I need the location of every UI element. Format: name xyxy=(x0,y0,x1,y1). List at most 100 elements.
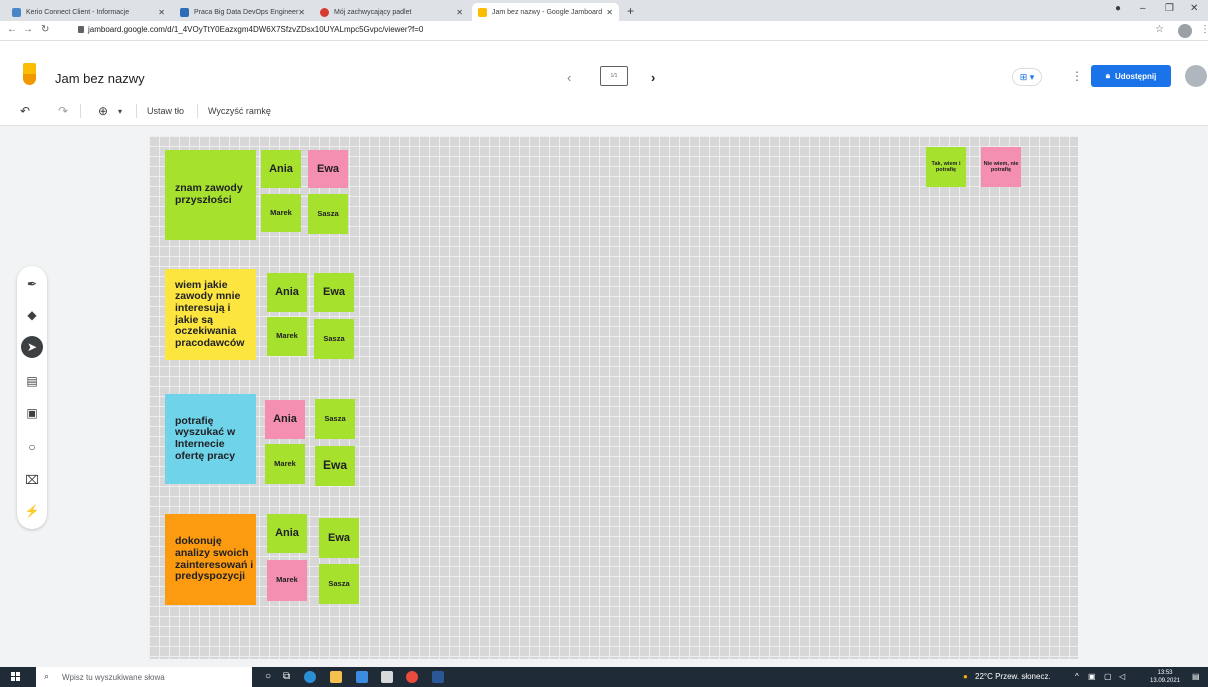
star-icon[interactable]: ☆ xyxy=(1155,24,1164,35)
volume-icon[interactable]: ◁ xyxy=(1119,672,1125,681)
windows-start-icon[interactable] xyxy=(11,672,21,682)
file-explorer-icon[interactable] xyxy=(330,671,342,683)
name-note[interactable]: Marek xyxy=(265,444,305,484)
name-note[interactable]: Sasza xyxy=(319,564,359,604)
maximize-icon[interactable]: ❐ xyxy=(1165,3,1174,14)
address-bar: ← → ↻ jamboard.google.com/d/1_4VOyTtY0Ea… xyxy=(0,21,1208,41)
select-cursor-icon[interactable]: ➤ xyxy=(21,336,43,358)
browser-tab-praca[interactable]: Praca Big Data DevOps Engineer ✕ xyxy=(174,3,311,21)
more-options-icon[interactable]: ⋮ xyxy=(1071,69,1083,83)
pen-icon[interactable]: ✒ xyxy=(21,273,43,295)
jamboard-icon xyxy=(478,7,487,17)
clock-date: 13.09.2021 xyxy=(1150,678,1181,684)
jamboard-logo-icon[interactable] xyxy=(23,63,36,85)
name-note[interactable]: Sasza xyxy=(315,399,355,439)
clock-time: 13:53 xyxy=(1157,670,1173,676)
circle-shape-icon[interactable]: ○ xyxy=(21,436,43,458)
zoom-icon[interactable]: ⊕ xyxy=(98,104,108,118)
weather-icon: ● xyxy=(963,672,968,681)
browser-tab-jamboard[interactable]: Jam bez nazwy - Google Jamboard ✕ xyxy=(472,3,619,21)
chrome-icon[interactable] xyxy=(406,671,418,683)
word-icon[interactable] xyxy=(432,671,444,683)
lock-icon: 🔒︎ xyxy=(1105,71,1110,80)
share-button[interactable]: 🔒︎ Udostępnij xyxy=(1091,65,1171,87)
jamboard-canvas[interactable]: Tak, wiem i potrafię Nie wiem, nie potra… xyxy=(149,136,1078,659)
add-frame-button[interactable]: ⊞ ▾ xyxy=(1012,68,1042,86)
frame-indicator[interactable]: 1/1 xyxy=(600,66,628,86)
topic-note[interactable]: znam zawody przyszłości xyxy=(165,150,256,240)
mail-icon[interactable] xyxy=(356,671,368,683)
name-note[interactable]: Sasza xyxy=(314,319,354,359)
clear-frame-button[interactable]: Wyczyść ramkę xyxy=(208,106,271,116)
store-icon[interactable] xyxy=(381,671,393,683)
page-title[interactable]: Jam bez nazwy xyxy=(55,71,145,86)
name-note[interactable]: Ewa xyxy=(314,273,354,312)
search-icon: ⌕ xyxy=(44,671,50,681)
new-tab-button[interactable]: + xyxy=(627,4,634,18)
chat-icon[interactable]: ▢ xyxy=(1104,672,1112,681)
tray-chevron-icon[interactable]: ^ xyxy=(1075,672,1079,681)
name-note[interactable]: Ania xyxy=(267,273,307,312)
chevron-right-icon[interactable]: › xyxy=(651,70,655,85)
name-note[interactable]: Ewa xyxy=(319,518,359,558)
notifications-icon[interactable]: ▤ xyxy=(1192,672,1200,681)
name-note[interactable]: Marek xyxy=(267,317,307,356)
app-header: Jam bez nazwy ‹ 1/1 › ⊞ ▾ ⋮ 🔒︎ Udostępni… xyxy=(0,41,1208,96)
name-note[interactable]: Marek xyxy=(267,560,307,601)
undo-icon[interactable]: ↶ xyxy=(20,104,30,118)
account-icon[interactable]: ● xyxy=(1115,3,1121,14)
legend-no-note[interactable]: Nie wiem, nie potrafię xyxy=(981,147,1021,187)
minimize-icon[interactable]: – xyxy=(1140,3,1146,14)
cortana-icon[interactable]: ○ xyxy=(265,671,271,682)
padlet-icon xyxy=(320,7,329,17)
kerio-icon xyxy=(12,7,21,17)
browser-tabstrip: Kerio Connect Client - Informacje ✕ Prac… xyxy=(0,0,1208,21)
name-note[interactable]: Ewa xyxy=(308,150,348,188)
sticky-note-icon[interactable]: ▤ xyxy=(21,370,43,392)
profile-avatar[interactable] xyxy=(1178,24,1192,38)
topic-note[interactable]: dokonuję analizy swoich zainteresowań i … xyxy=(165,514,256,605)
tool-palette: ✒ ◆ ➤ ▤ ▣ ○ ⌧ ⚡ xyxy=(17,266,47,529)
text-box-icon[interactable]: ⌧ xyxy=(21,469,43,491)
forward-icon[interactable]: → xyxy=(23,24,33,35)
network-icon[interactable]: ▣ xyxy=(1088,672,1096,681)
divider xyxy=(80,104,81,118)
topic-note[interactable]: wiem jakie zawody mnie interesują i jaki… xyxy=(165,269,256,360)
close-icon[interactable]: ✕ xyxy=(298,8,305,17)
lock-icon xyxy=(78,26,84,33)
reload-icon[interactable]: ↻ xyxy=(41,24,49,35)
back-icon[interactable]: ← xyxy=(7,24,17,35)
chevron-left-icon[interactable]: ‹ xyxy=(567,70,571,85)
close-icon[interactable]: ✕ xyxy=(456,8,463,17)
avatar[interactable] xyxy=(1185,65,1207,87)
image-icon[interactable]: ▣ xyxy=(21,402,43,424)
edge-icon[interactable] xyxy=(304,671,316,683)
name-note[interactable]: Marek xyxy=(261,194,301,232)
browser-tab-padlet[interactable]: Mój zachwycający padlet ✕ xyxy=(314,3,469,21)
name-note[interactable]: Ania xyxy=(267,514,307,553)
name-note[interactable]: Sasza xyxy=(308,194,348,234)
legend-yes-note[interactable]: Tak, wiem i potrafię xyxy=(926,147,966,187)
weather-text[interactable]: 22°C Przew. słonecz. xyxy=(975,672,1051,681)
task-view-icon[interactable]: ⧉ xyxy=(283,671,290,682)
name-note[interactable]: Ania xyxy=(265,400,305,439)
menu-icon[interactable]: ⋮ xyxy=(1200,24,1208,35)
set-background-button[interactable]: Ustaw tło xyxy=(147,106,184,116)
taskbar-search-input[interactable]: Wpisz tu wyszukiwane słowa xyxy=(36,667,252,687)
topic-note[interactable]: potrafię wyszukać w Internecie ofertę pr… xyxy=(165,394,256,484)
tab-label: Jam bez nazwy - Google Jamboard xyxy=(492,8,603,16)
toolbar: ↶ ↷ ⊕ ▾ Ustaw tło Wyczyść ramkę xyxy=(0,96,1208,126)
close-icon[interactable]: ✕ xyxy=(158,8,165,17)
close-icon[interactable]: ✕ xyxy=(606,8,613,17)
tab-label: Mój zachwycający padlet xyxy=(334,8,412,16)
eraser-icon[interactable]: ◆ xyxy=(21,304,43,326)
name-note[interactable]: Ania xyxy=(261,150,301,188)
name-note[interactable]: Ewa xyxy=(315,446,355,486)
laser-icon[interactable]: ⚡ xyxy=(21,500,43,522)
chevron-down-icon[interactable]: ▾ xyxy=(118,107,122,116)
redo-icon[interactable]: ↷ xyxy=(58,104,68,118)
taskbar-clock[interactable]: 13:53 13.09.2021 xyxy=(1150,669,1180,685)
browser-tab-kerio[interactable]: Kerio Connect Client - Informacje ✕ xyxy=(6,3,171,21)
close-window-icon[interactable]: ✕ xyxy=(1190,3,1198,14)
url-field[interactable]: jamboard.google.com/d/1_4VOyTtY0Eazxgm4D… xyxy=(88,25,423,34)
